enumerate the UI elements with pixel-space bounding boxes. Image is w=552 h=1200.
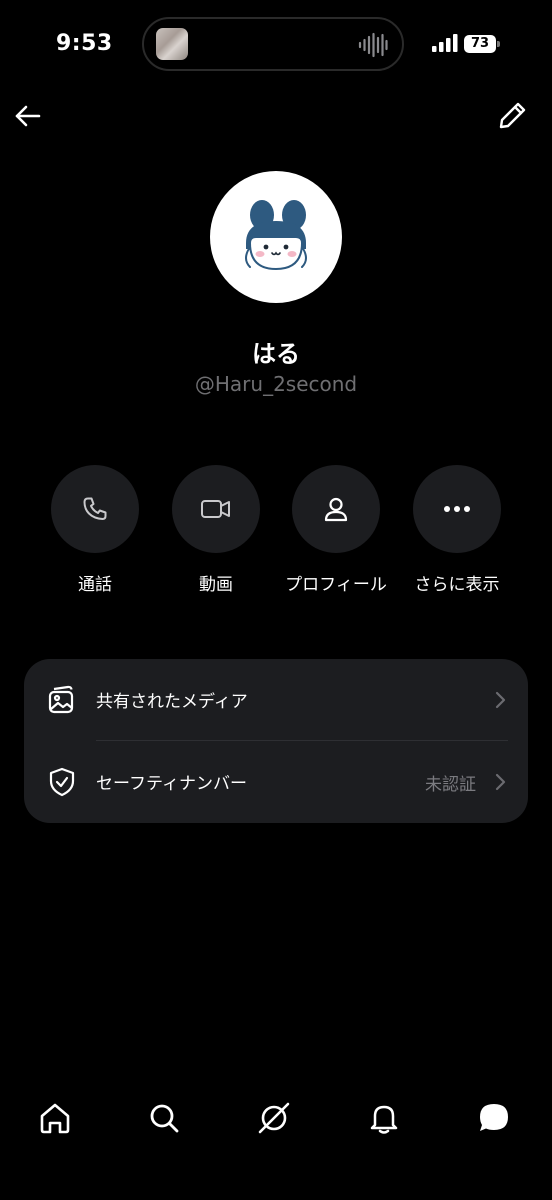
video-button[interactable] [172, 465, 260, 553]
back-arrow-icon[interactable] [12, 100, 44, 132]
battery-tip [497, 41, 500, 47]
person-icon [324, 497, 348, 522]
shared-media-label: 共有されたメディア [96, 692, 248, 712]
more-action[interactable]: さらに表示 [397, 465, 517, 595]
chevron-right-icon [495, 691, 506, 709]
bunny-character-icon [245, 200, 307, 271]
safety-number-label: セーフティナンバー [96, 774, 247, 794]
search-icon[interactable] [146, 1100, 182, 1136]
user-handle: @Haru_2second [194, 372, 358, 396]
more-label: さらに表示 [414, 575, 500, 595]
profile-button[interactable] [292, 465, 380, 553]
more-button[interactable] [413, 465, 501, 553]
messages-icon[interactable] [476, 1100, 512, 1136]
call-button[interactable] [51, 465, 139, 553]
display-name: はる [252, 340, 300, 368]
call-action[interactable]: 通話 [35, 465, 155, 595]
more-icon [444, 506, 470, 512]
video-icon [201, 500, 230, 518]
grok-icon[interactable] [256, 1100, 292, 1136]
audio-waveform-icon [358, 32, 388, 58]
cellular-signal-icon [432, 34, 458, 52]
phone-icon [83, 497, 107, 520]
chevron-right-icon [495, 773, 506, 791]
battery-level: 73 [464, 35, 496, 53]
now-playing-thumbnail [156, 28, 188, 60]
avatar[interactable] [210, 171, 342, 303]
verification-status: 未認証 [425, 775, 476, 795]
video-action[interactable]: 動画 [156, 465, 276, 595]
shared-media-row[interactable]: 共有されたメディア [24, 659, 528, 741]
home-icon[interactable] [37, 1100, 73, 1136]
conversation-settings-card: 共有されたメディア セーフティナンバー 未認証 [24, 659, 528, 823]
call-label: 通話 [78, 575, 112, 595]
dynamic-island[interactable] [142, 17, 404, 71]
safety-number-row[interactable]: セーフティナンバー 未認証 [24, 741, 528, 823]
status-time: 9:53 [56, 31, 113, 56]
bell-icon[interactable] [366, 1100, 402, 1136]
profile-label: プロフィール [285, 575, 387, 595]
pencil-icon[interactable] [496, 98, 530, 132]
shield-check-icon [49, 767, 75, 797]
profile-action[interactable]: プロフィール [276, 465, 396, 595]
media-icon [48, 685, 74, 714]
video-label: 動画 [199, 575, 233, 595]
